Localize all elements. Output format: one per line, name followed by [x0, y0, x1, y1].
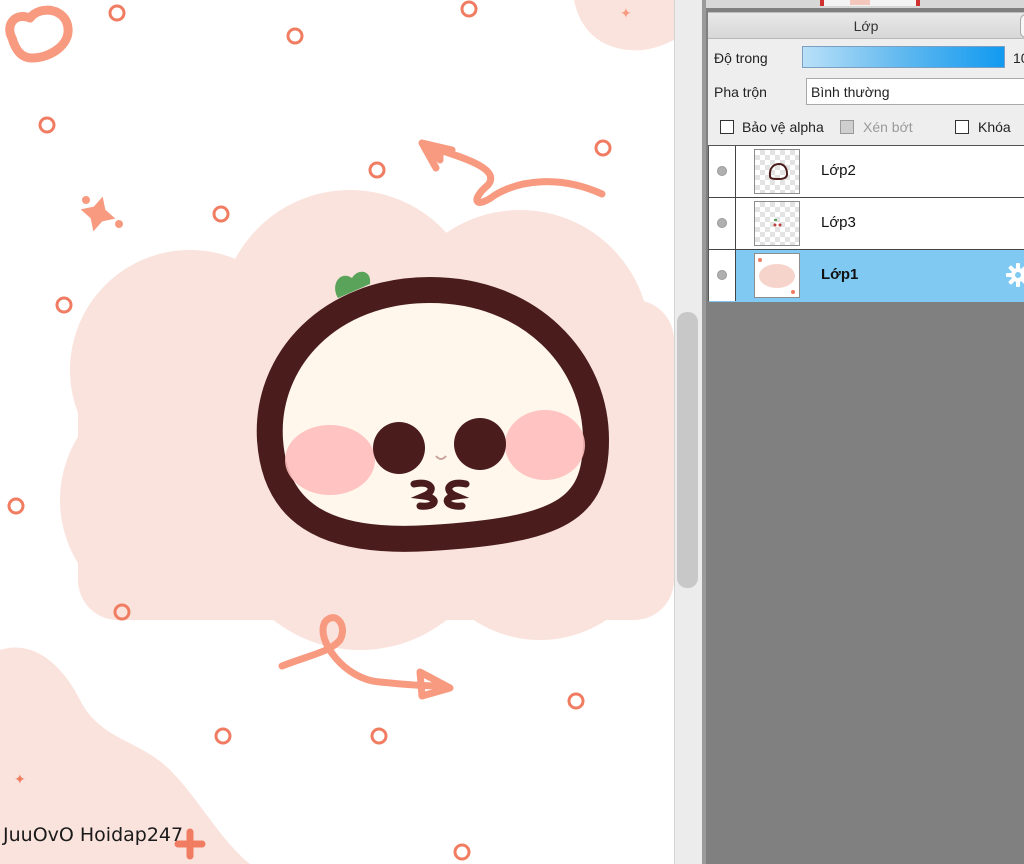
blend-mode-select[interactable]: Bình thường	[806, 78, 1024, 105]
layer-list: Lớp2 Lớp3 Lớp1	[708, 145, 1024, 302]
layer-name: Lớp2	[821, 162, 856, 179]
layer-thumbnail-art	[768, 162, 789, 181]
heart-doodle	[5, 5, 73, 63]
layer-thumbnail-art	[758, 258, 795, 294]
panel-menu-button[interactable]	[1020, 14, 1024, 38]
navigator-preview-edge	[820, 0, 920, 6]
visibility-toggle[interactable]	[709, 250, 736, 301]
visibility-icon	[717, 166, 727, 176]
visibility-icon	[717, 270, 727, 280]
layer-name: Lớp3	[821, 214, 856, 231]
lock-checkbox[interactable]	[955, 120, 969, 134]
visibility-toggle[interactable]	[709, 146, 736, 197]
layer-thumbnail	[754, 201, 800, 246]
layer-row-lop3[interactable]: Lớp3	[709, 198, 1024, 250]
watermark-text: JuuOvO Hoidap247	[3, 824, 184, 846]
layer-thumbnail-art	[773, 219, 782, 227]
panel-title: Lớp	[853, 18, 879, 34]
drawing-canvas[interactable]: ✦ ✦ JuuOvO Hoidap247	[0, 0, 674, 864]
blend-mode-label: Pha trộn	[714, 84, 767, 100]
clipping-checkbox[interactable]	[840, 120, 854, 134]
opacity-label: Độ trong	[714, 50, 768, 66]
layer-row-lop1[interactable]: Lớp1	[709, 250, 1024, 302]
visibility-icon	[717, 218, 727, 228]
protect-alpha-checkbox[interactable]	[720, 120, 734, 134]
layer-row-lop2[interactable]: Lớp2	[709, 146, 1024, 198]
layers-panel-header[interactable]: Lớp	[708, 12, 1024, 39]
svg-text:✦: ✦	[620, 6, 632, 22]
blend-mode-value: Bình thường	[811, 84, 890, 100]
gear-icon[interactable]	[1005, 262, 1024, 288]
opacity-value: 10	[1013, 50, 1024, 66]
opacity-slider[interactable]	[802, 46, 1005, 68]
lock-label: Khóa	[978, 119, 1011, 135]
clipping-label: Xén bớt	[863, 119, 913, 135]
layer-thumbnail	[754, 149, 800, 194]
svg-text:✦: ✦	[14, 772, 26, 788]
visibility-toggle[interactable]	[709, 198, 736, 249]
layer-thumbnail	[754, 253, 800, 298]
protect-alpha-label: Bảo vệ alpha	[742, 119, 824, 135]
scrollbar-thumb[interactable]	[677, 312, 698, 588]
layer-name: Lớp1	[821, 266, 859, 283]
artwork: ✦ ✦	[0, 0, 674, 864]
